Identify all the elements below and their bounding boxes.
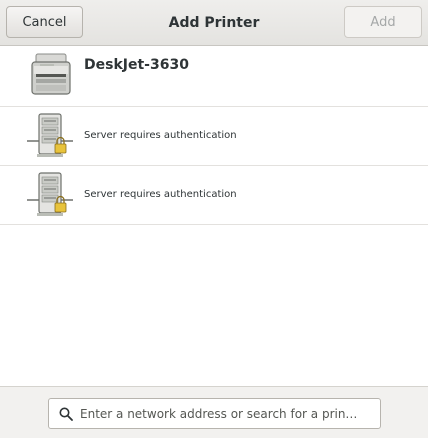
network-printer-locked-icon: [27, 113, 73, 157]
printer-status: Server requires authentication: [84, 130, 237, 141]
cancel-button[interactable]: Cancel: [6, 6, 83, 38]
network-printer-locked-icon: [27, 172, 73, 216]
printer-status: Server requires authentication: [84, 189, 237, 200]
printer-row-auth-2[interactable]: Server requires authentication: [0, 166, 428, 225]
search-input[interactable]: [80, 406, 380, 421]
printer-row-auth-1[interactable]: Server requires authentication: [0, 107, 428, 166]
printer-list: DeskJet-3630 Server requires authenticat…: [0, 47, 428, 225]
printer-icon: [31, 53, 71, 95]
search-bar: [0, 386, 428, 438]
search-icon: [59, 407, 73, 421]
search-entry[interactable]: [48, 398, 381, 429]
printer-name: DeskJet-3630: [84, 57, 189, 73]
printer-row-deskjet[interactable]: DeskJet-3630: [0, 47, 428, 107]
header-bar: Cancel Add Printer Add: [0, 0, 428, 46]
add-button[interactable]: Add: [344, 6, 422, 38]
